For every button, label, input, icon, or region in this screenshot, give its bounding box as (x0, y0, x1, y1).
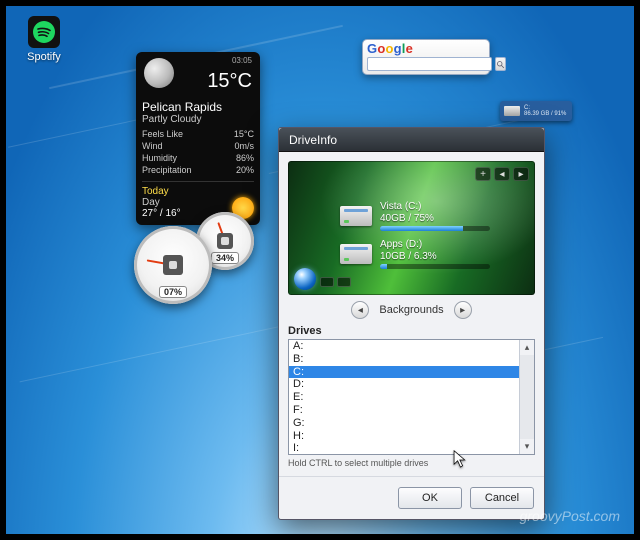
windows-orb-icon (294, 268, 316, 290)
list-item[interactable]: I: (289, 442, 519, 454)
google-logo: Google (367, 42, 485, 55)
drive-mini-gadget[interactable]: C: 86.39 GB / 91% (500, 101, 572, 121)
preview-drive-stats: 40GB / 75% (380, 213, 490, 225)
list-item[interactable]: G: (289, 417, 519, 430)
weather-temp: 15°C (207, 70, 252, 93)
scrollbar[interactable]: ▴ ▾ (519, 340, 534, 454)
list-item[interactable]: B: (289, 353, 519, 366)
cpu-gauge: 07% (134, 226, 212, 304)
weather-gadget[interactable]: 03:05 15°C Pelican Rapids Partly Cloudy … (136, 52, 260, 225)
list-item[interactable]: F: (289, 404, 519, 417)
moon-icon (144, 58, 174, 88)
drive-icon (340, 244, 372, 264)
preview-drive-stats: 10GB / 6.3% (380, 251, 490, 263)
weather-location: Pelican Rapids (142, 100, 254, 114)
preview-prev-button[interactable]: ◂ (494, 167, 510, 181)
background-next-button[interactable]: ▸ (454, 301, 472, 319)
cpu-value: 07% (159, 286, 187, 298)
scroll-down-button[interactable]: ▾ (520, 439, 534, 454)
list-item[interactable]: D: (289, 378, 519, 391)
desktop-icon-spotify[interactable]: Spotify (16, 16, 72, 63)
list-item[interactable]: E: (289, 391, 519, 404)
cpu-meter-gadget[interactable]: 34% 07% (134, 212, 264, 308)
list-item[interactable]: A: (289, 340, 519, 353)
drives-section-label: Drives (288, 325, 535, 337)
preview-next-button[interactable]: ▸ (513, 167, 529, 181)
dialog-titlebar[interactable]: DriveInfo (279, 128, 544, 152)
list-item[interactable]: H: (289, 430, 519, 443)
taskbar-icon (337, 277, 351, 287)
ok-button[interactable]: OK (398, 487, 462, 509)
google-search-button[interactable] (495, 57, 506, 71)
drive-icon (340, 206, 372, 226)
dialog-title: DriveInfo (289, 133, 337, 147)
search-icon (496, 60, 505, 69)
google-search-input[interactable] (367, 57, 492, 71)
weather-time: 03:05 (232, 56, 252, 65)
preview-drive-name: Vista (C:) (380, 201, 490, 213)
preview-drive-name: Apps (D:) (380, 239, 490, 251)
taskbar-icon (320, 277, 334, 287)
weather-condition: Partly Cloudy (142, 114, 254, 125)
watermark: groovyPost.com (520, 508, 620, 524)
google-search-gadget[interactable]: Google (362, 39, 490, 75)
ram-value: 34% (211, 252, 239, 264)
mouse-cursor-icon (453, 450, 468, 475)
spotify-icon (28, 16, 60, 48)
background-preview: + ◂ ▸ Vista (C:) 40GB / 75% Apps (D:) 10… (288, 161, 535, 295)
drives-listbox[interactable]: A:B:C:D:E:F:G:H:I:J: ▴ ▾ (288, 339, 535, 455)
backgrounds-label: Backgrounds (379, 304, 443, 316)
background-prev-button[interactable]: ◂ (351, 301, 369, 319)
preview-add-button[interactable]: + (475, 167, 491, 181)
weather-today-label: Today (142, 186, 254, 197)
scroll-up-button[interactable]: ▴ (520, 340, 534, 355)
desktop-icon-label: Spotify (16, 51, 72, 63)
cancel-button[interactable]: Cancel (470, 487, 534, 509)
drives-hint: Hold CTRL to select multiple drives (288, 458, 535, 468)
list-item[interactable]: C: (289, 366, 519, 379)
drive-icon (504, 106, 520, 116)
driveinfo-dialog: DriveInfo + ◂ ▸ Vista (C:) 40GB / 75% Ap… (278, 127, 545, 520)
